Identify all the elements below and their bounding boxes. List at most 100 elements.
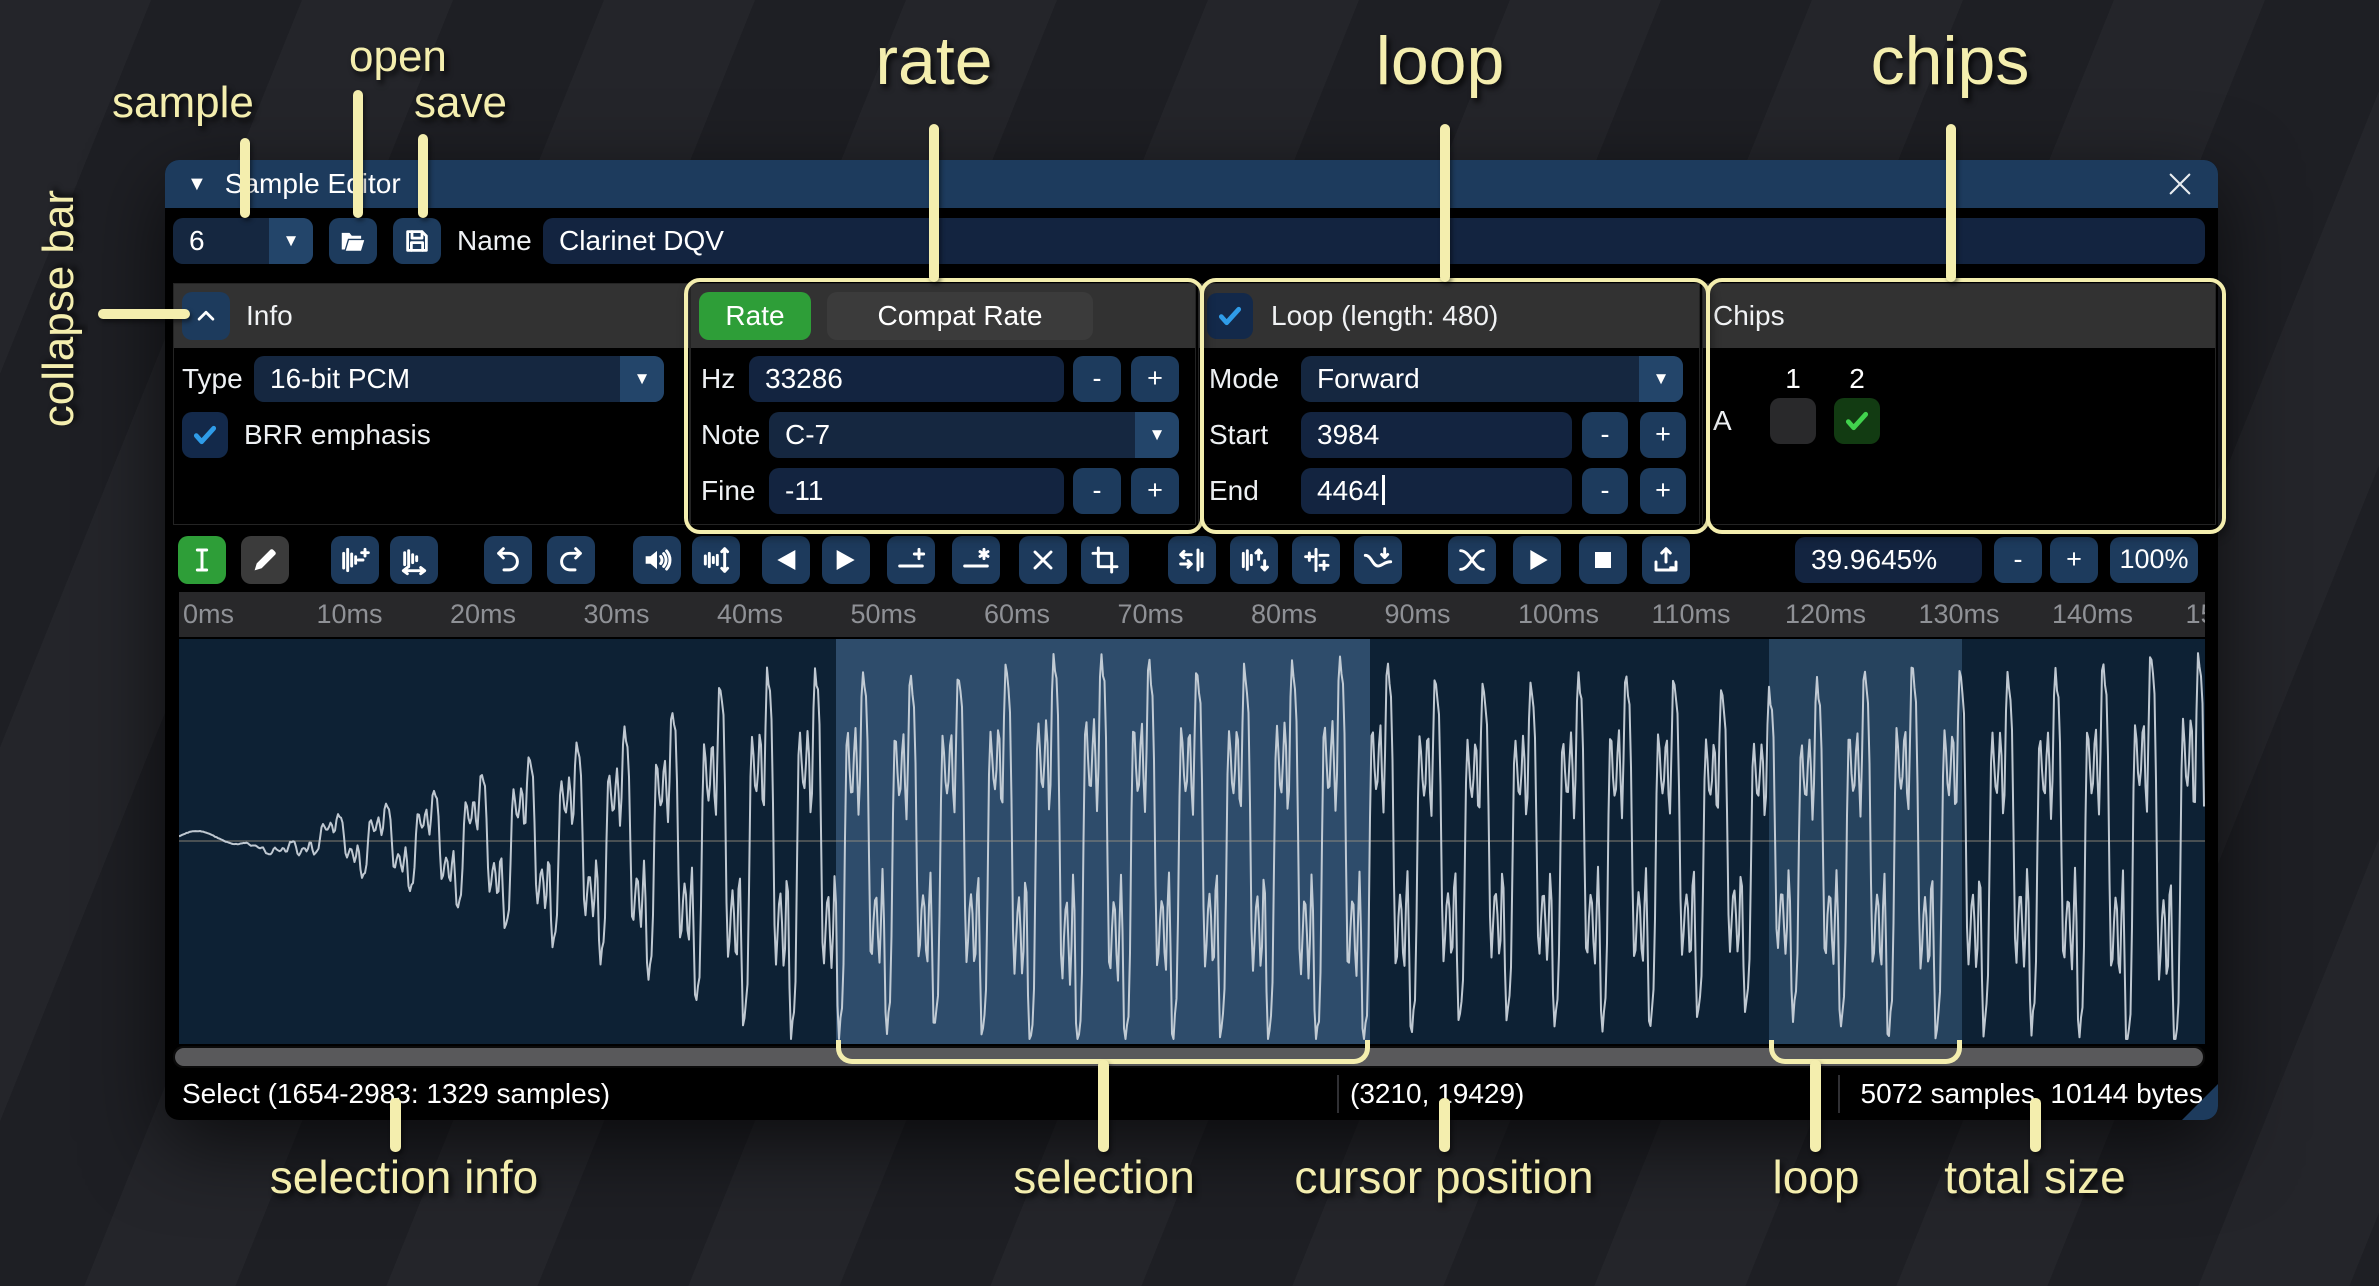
waveform-path: [179, 653, 2204, 1039]
delete-button[interactable]: [1019, 536, 1067, 584]
ruler-tick: 30ms: [584, 592, 650, 637]
name-value: Clarinet DQV: [559, 225, 724, 256]
chevron-down-icon: ▼: [269, 218, 313, 264]
ruler-tick: 10ms: [317, 592, 383, 637]
name-label: Name: [457, 218, 532, 264]
wave-add-icon: [339, 544, 371, 576]
annotation-box-loop: [1200, 278, 1710, 534]
sample-selector[interactable]: 6 ▼: [173, 218, 313, 264]
annotation-line-rate: [929, 124, 939, 282]
waveform-display[interactable]: [179, 639, 2205, 1044]
fade-out-button[interactable]: [822, 536, 870, 584]
annotation-loop: loop: [1376, 22, 1505, 100]
pencil-icon: [249, 544, 281, 576]
save-button[interactable]: [393, 218, 441, 264]
annotation-loop-marker: loop: [1773, 1150, 1860, 1204]
annotation-line-open: [353, 90, 363, 218]
resample-button[interactable]: [390, 536, 438, 584]
fade-right-icon: [830, 544, 862, 576]
chevron-down-icon: ▼: [620, 356, 664, 402]
import-button[interactable]: [1642, 536, 1690, 584]
zoom-in-button[interactable]: +: [2050, 537, 2098, 583]
annotation-collapse-bar: collapse bar: [34, 190, 84, 427]
crossfade-icon: [1456, 544, 1488, 576]
ruler-tick: 0ms: [183, 592, 234, 637]
zoom-input[interactable]: 39.9645%: [1795, 537, 1982, 583]
preview-button[interactable]: [1513, 536, 1561, 584]
check-icon: [189, 419, 221, 451]
crossfade-button[interactable]: [1448, 536, 1496, 584]
ruler-tick: 90ms: [1385, 592, 1451, 637]
desktop-background: ▼ Sample Editor 6 ▼ Name Clarinet DQV In…: [0, 0, 2379, 1286]
ruler-tick: 60ms: [984, 592, 1050, 637]
waveform-plot: [179, 639, 2205, 1044]
annotation-line-collapse-bar: [98, 309, 190, 319]
invert-icon: [1238, 544, 1270, 576]
fade-in-button[interactable]: [762, 536, 810, 584]
select-tool-button[interactable]: [178, 536, 226, 584]
window-title: Sample Editor: [225, 168, 401, 200]
annotation-line-save: [418, 134, 428, 218]
info-header-label: Info: [246, 284, 293, 348]
toolbar: Zoom 39.9645% - + 100%: [165, 530, 2218, 594]
trim-button[interactable]: [1081, 536, 1129, 584]
delete-x-icon: [1027, 544, 1059, 576]
status-bar: Select (1654-2983: 1329 samples) (3210, …: [165, 1068, 2218, 1120]
status-cursor-position: (3210, 19429): [1350, 1068, 1524, 1120]
annotation-chips: chips: [1871, 22, 2030, 100]
stop-preview-button[interactable]: [1579, 536, 1627, 584]
filter-icon: [1362, 544, 1394, 576]
annotation-line-total-size: [2030, 1098, 2041, 1152]
zoom-reset-button[interactable]: 100%: [2110, 537, 2198, 583]
window-titlebar[interactable]: ▼ Sample Editor: [165, 160, 2218, 208]
annotation-rate: rate: [875, 22, 992, 100]
ruler-tick: 140ms: [2052, 592, 2133, 637]
type-dropdown[interactable]: 16-bit PCM ▼: [254, 356, 664, 402]
annotation-line-selection-info: [390, 1098, 401, 1152]
undo-button[interactable]: [484, 536, 532, 584]
annotation-box-chips: [1706, 278, 2226, 534]
redo-icon: [555, 544, 587, 576]
apply-silence-button[interactable]: [952, 536, 1000, 584]
amplify-button[interactable]: [633, 536, 681, 584]
save-floppy-icon: [402, 226, 432, 256]
ibeam-icon: [186, 544, 218, 576]
annotation-cursor-position: cursor position: [1294, 1150, 1593, 1204]
window-collapse-icon[interactable]: ▼: [187, 160, 207, 208]
normalize-button[interactable]: [692, 536, 740, 584]
chevron-up-icon: [191, 301, 221, 331]
signed-unsigned-button[interactable]: [1292, 536, 1340, 584]
invert-button[interactable]: [1230, 536, 1278, 584]
stop-icon: [1587, 544, 1619, 576]
annotation-save: save: [414, 78, 507, 128]
reverse-button[interactable]: [1168, 536, 1216, 584]
crop-icon: [1089, 544, 1121, 576]
open-folder-icon: [338, 226, 368, 256]
sign-icon: [1300, 544, 1332, 576]
window-resize-grip[interactable]: [2182, 1084, 2218, 1120]
redo-button[interactable]: [547, 536, 595, 584]
status-separator: [1337, 1075, 1339, 1113]
wave-stretch-icon: [398, 544, 430, 576]
fade-left-icon: [770, 544, 802, 576]
reverse-icon: [1176, 544, 1208, 576]
type-value: 16-bit PCM: [254, 356, 426, 402]
close-icon[interactable]: [2164, 168, 2196, 200]
filter-button[interactable]: [1354, 536, 1402, 584]
draw-tool-button[interactable]: [241, 536, 289, 584]
timeline-ruler[interactable]: 0ms10ms20ms30ms40ms50ms60ms70ms80ms90ms1…: [179, 592, 2205, 637]
sample-number: 6: [173, 218, 221, 264]
info-panel: Info Type 16-bit PCM ▼ BRR emphasis: [173, 283, 690, 525]
annotation-total-size: total size: [1944, 1150, 2126, 1204]
open-button[interactable]: [329, 218, 377, 264]
insert-silence-button[interactable]: [887, 536, 935, 584]
type-label: Type: [182, 356, 243, 402]
annotation-line-sample: [240, 138, 250, 218]
resize-button[interactable]: [331, 536, 379, 584]
zoom-out-button[interactable]: -: [1994, 537, 2042, 583]
brr-emphasis-checkbox[interactable]: [182, 412, 228, 458]
annotation-bracket-loop: [1769, 1040, 1962, 1064]
ruler-tick: 130ms: [1919, 592, 2000, 637]
wave-amp-icon: [700, 544, 732, 576]
annotation-line-loop-marker: [1810, 1060, 1821, 1152]
